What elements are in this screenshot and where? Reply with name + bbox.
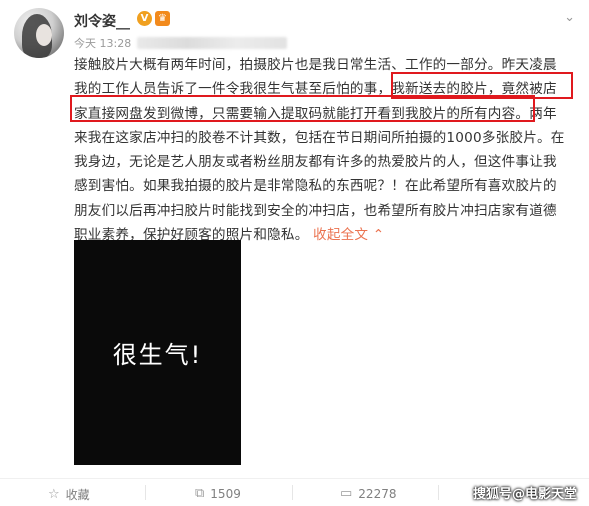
comment-count: 22278: [358, 486, 397, 501]
post-text: 接触胶片大概有两年时间，拍摄胶片也是我日常生活、工作的一部分。昨天凌晨 我的工作…: [74, 53, 574, 247]
post-line: 我身边，无论是艺人朋友或者粉丝朋友都有许多的热爱胶片的人，但这件事让我: [74, 154, 557, 171]
verified-icon: V: [137, 11, 152, 26]
post-line: 家直接网盘发到微博，只需要输入提取码就能打开看到我胶片的所有内容。两年: [74, 105, 557, 122]
post-meta: 今天 13:28: [74, 35, 288, 51]
blurred-source: [137, 37, 288, 49]
post-image[interactable]: 很生气!: [74, 240, 241, 465]
action-separator: [292, 485, 293, 500]
favorite-label: 收藏: [65, 488, 90, 502]
image-text: 很生气!: [112, 341, 203, 369]
avatar-face: [36, 24, 52, 46]
comment-button[interactable]: ▭ 22278: [340, 486, 396, 501]
post-line: 来我在这家店冲扫的胶卷不计其数，包括在节日期间所拍摄的1000多张胶片。在: [74, 129, 565, 146]
post-line: 感到害怕。如果我拍摄的胶片是非常隐私的东西呢？！在此希望所有喜欢胶片的: [74, 178, 557, 195]
action-separator: [438, 485, 439, 500]
repost-count: 1509: [210, 486, 241, 501]
vip-icon: ♛: [155, 11, 170, 26]
watermark: 搜狐号@电影天堂: [472, 487, 577, 502]
repost-button[interactable]: ⧉ 1509: [195, 486, 241, 501]
star-icon: ☆: [48, 487, 60, 502]
post-line: 朋友们以后再冲扫胶片时能找到安全的冲扫店，也希望所有胶片冲扫店家有道德: [74, 202, 557, 219]
chevron-down-icon[interactable]: ⌄: [564, 10, 575, 25]
collapse-link[interactable]: 收起全文 ⌃: [313, 227, 384, 243]
collapse-label: 收起全文: [313, 227, 369, 244]
post-line: 接触胶片大概有两年时间，拍摄胶片也是我日常生活、工作的一部分。昨天凌晨: [74, 57, 557, 73]
chevron-up-icon: ⌃: [372, 227, 385, 244]
favorite-button[interactable]: ☆ 收藏: [48, 486, 90, 503]
comment-icon: ▭: [340, 486, 353, 501]
repost-icon: ⧉: [195, 486, 205, 501]
post-line: 我的工作人员告诉了一件令我很生气甚至后怕的事，我新送去的胶片，竟然被店: [74, 81, 557, 98]
avatar[interactable]: [14, 8, 64, 58]
username[interactable]: 刘令姿__: [74, 11, 130, 31]
post-time[interactable]: 今天 13:28: [74, 35, 131, 51]
user-badges: V ♛: [137, 11, 170, 26]
action-separator: [145, 485, 146, 500]
